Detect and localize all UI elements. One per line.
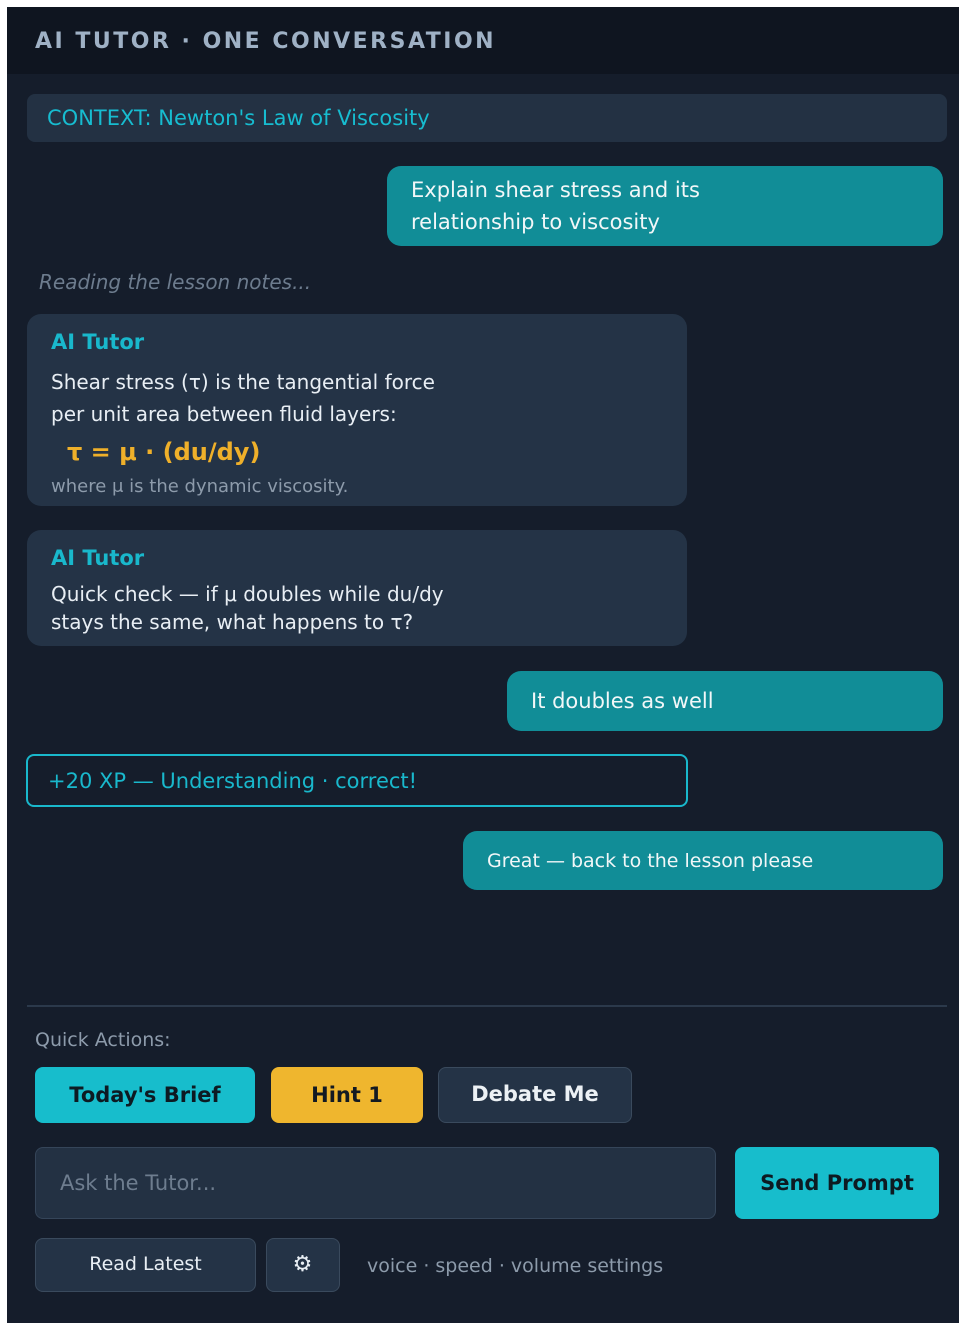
ai-message-line: stays the same, what happens to τ?: [51, 610, 414, 634]
ai-message-line: Shear stress (τ) is the tangential force: [51, 370, 435, 394]
hint-button[interactable]: Hint 1: [271, 1067, 423, 1123]
ask-tutor-input[interactable]: [35, 1147, 716, 1219]
settings-button[interactable]: ⚙: [266, 1238, 340, 1292]
user-message-line: It doubles as well: [531, 689, 714, 713]
ai-message-note: where μ is the dynamic viscosity.: [51, 476, 349, 497]
tutor-app: AI TUTOR · ONE CONVERSATION CONTEXT: New…: [7, 7, 959, 1323]
todays-brief-button[interactable]: Today's Brief: [35, 1067, 255, 1123]
user-message-bubble: Explain shear stress and its relationshi…: [387, 166, 943, 246]
ai-message-bubble: AI Tutor Quick check — if μ doubles whil…: [27, 530, 687, 646]
context-text: CONTEXT: Newton's Law of Viscosity: [47, 106, 430, 130]
app-title: AI TUTOR · ONE CONVERSATION: [35, 29, 497, 54]
gear-icon: ⚙: [292, 1252, 313, 1277]
divider: [27, 1005, 947, 1007]
user-message-bubble: It doubles as well: [507, 671, 943, 731]
ai-sender-name: AI Tutor: [51, 330, 145, 354]
reading-status: Reading the lesson notes...: [39, 270, 312, 294]
ai-message-line: Quick check — if μ doubles while du/dy: [51, 582, 444, 606]
app-header: AI TUTOR · ONE CONVERSATION: [7, 7, 959, 74]
user-message-line: Explain shear stress and its: [411, 178, 700, 202]
user-message-line: relationship to viscosity: [411, 210, 660, 234]
user-message-bubble: Great — back to the lesson please: [463, 831, 943, 890]
ai-message-line: per unit area between fluid layers:: [51, 402, 397, 426]
read-latest-button[interactable]: Read Latest: [35, 1238, 256, 1292]
user-message-line: Great — back to the lesson please: [487, 850, 814, 872]
settings-label: voice · speed · volume settings: [367, 1255, 664, 1277]
ai-sender-name: AI Tutor: [51, 546, 145, 570]
send-prompt-button[interactable]: Send Prompt: [735, 1147, 939, 1219]
xp-reward-banner: +20 XP — Understanding · correct!: [26, 754, 688, 807]
debate-me-button[interactable]: Debate Me: [438, 1067, 632, 1123]
ai-message-bubble: AI Tutor Shear stress (τ) is the tangent…: [27, 314, 687, 506]
quick-actions-label: Quick Actions:: [35, 1029, 171, 1051]
xp-reward-text: +20 XP — Understanding · correct!: [48, 769, 418, 793]
shear-stress-formula: τ = μ · (du/dy): [67, 438, 261, 466]
context-banner: CONTEXT: Newton's Law of Viscosity: [27, 94, 947, 142]
